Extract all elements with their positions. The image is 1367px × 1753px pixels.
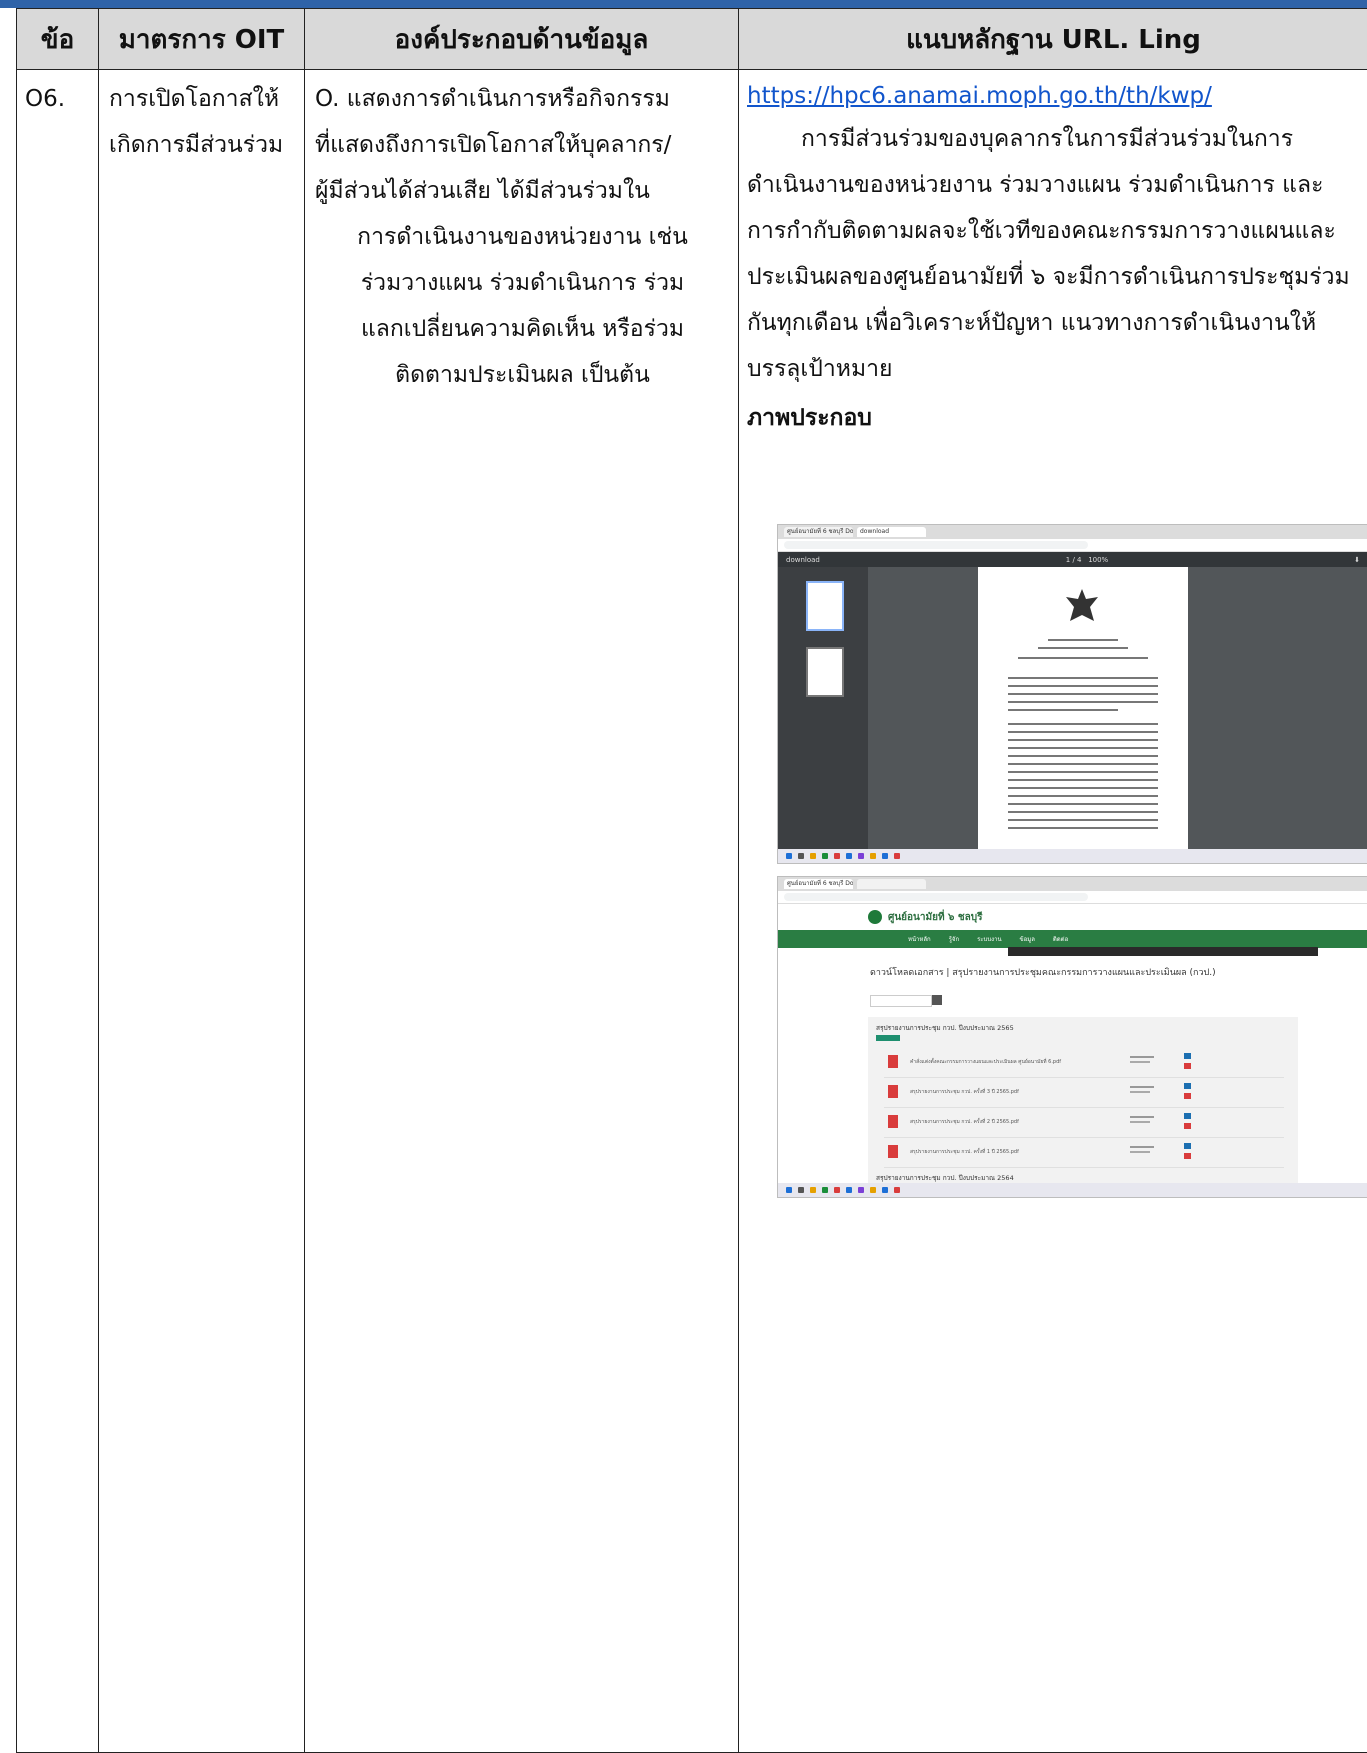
pdf-page (978, 567, 1188, 849)
pdf-page-counter: 1 / 4 (1065, 556, 1082, 564)
list-item: สรุปรายงานการประชุม กวป. ครั้งที่ 3 ปี 2… (884, 1079, 1284, 1108)
section-title: สรุปรายงานการประชุม กวป. ปีงบประมาณ 2565 (876, 1024, 1014, 1032)
windows-taskbar (778, 1183, 1367, 1197)
nav-item: ระบบงาน (977, 936, 1002, 943)
view-icon (1184, 1053, 1191, 1059)
download-panel: สรุปรายงานการประชุม กวป. ปีงบประมาณ 2565… (868, 1017, 1298, 1187)
component-line-5: ร่วมวางแผน ร่วมดำเนินการ ร่วม (360, 270, 685, 296)
site-header: ศูนย์อนามัยที่ ๖ ชลบุรี (778, 904, 1367, 930)
search-input (870, 995, 932, 1007)
evidence-link[interactable]: https://hpc6.anamai.moph.go.th/th/kwp/ (739, 70, 1367, 116)
address-bar (778, 891, 1367, 904)
site-name: ศูนย์อนามัยที่ ๖ ชลบุรี (888, 911, 983, 923)
download-icon (1184, 1153, 1191, 1159)
download-icon: ⬇ (1354, 556, 1360, 564)
component-line-3: ผู้มีส่วนได้ส่วนเสีย ได้มีส่วนร่วมใน (315, 178, 650, 204)
top-accent-bar (0, 0, 1367, 8)
site-nav: หน้าหลัก รู้จัก ระบบงาน ข้อมูล ติดต่อ (778, 930, 1367, 948)
view-icon (1184, 1143, 1191, 1149)
file-name: สรุปรายงานการประชุม กวป. ครั้งที่ 1 ปี 2… (910, 1149, 1019, 1155)
garuda-emblem-icon (1066, 589, 1098, 621)
measure-line-2: เกิดการมีส่วนร่วม (109, 132, 284, 158)
component-line-1: O. แสดงการดำเนินการหรือกิจกรรม (315, 86, 670, 112)
file-name: สรุปรายงานการประชุม กวป. ครั้งที่ 3 ปี 2… (910, 1089, 1019, 1095)
browser-tab: ศูนย์อนามัยที่ 6 ชลบุรี Document (784, 879, 853, 889)
file-name: สรุปรายงานการประชุม กวป. ครั้งที่ 2 ปี 2… (910, 1119, 1019, 1125)
browser-tab (857, 879, 926, 889)
component-line-7: ติดตามประเมินผล เป็นต้น (395, 362, 650, 388)
pdf-icon (888, 1115, 898, 1128)
screenshot-pdf-viewer: ศูนย์อนามัยที่ 6 ชลบุรี Document downloa… (777, 524, 1367, 864)
site-logo-icon (868, 910, 882, 924)
view-icon (1184, 1083, 1191, 1089)
pdf-icon (888, 1145, 898, 1158)
address-bar (778, 539, 1367, 552)
row-number: O6. (25, 86, 66, 112)
pdf-toolbar: download 1 / 4 100% ⬇ (778, 552, 1367, 568)
table-header-row: ข้อ มาตรการ OIT องค์ประกอบด้านข้อมูล แนบ… (16, 8, 1367, 70)
header-measure: มาตรการ OIT (98, 8, 305, 70)
download-icon (1184, 1063, 1191, 1069)
nav-item: ติดต่อ (1052, 936, 1069, 943)
component-line-6: แลกเปลี่ยนความคิดเห็น หรือร่วม (360, 316, 685, 342)
section-title: สรุปรายงานการประชุม กวป. ปีงบประมาณ 2564 (876, 1174, 1014, 1182)
browser-tab: download (857, 527, 926, 537)
view-icon (1184, 1113, 1191, 1119)
measure-line-1: การเปิดโอกาสให้ (109, 86, 280, 112)
windows-taskbar (778, 849, 1367, 863)
browser-tab-bar: ศูนย์อนามัยที่ 6 ชลบุรี Document (778, 877, 1367, 891)
pdf-thumbnail (806, 581, 844, 631)
status-badge (876, 1035, 900, 1041)
browser-tab: ศูนย์อนามัยที่ 6 ชลบุรี Document (784, 527, 853, 537)
nav-item: หน้าหลัก (908, 936, 931, 943)
search-icon (932, 995, 942, 1005)
component-line-2: ที่แสดงถึงการเปิดโอกาสให้บุคลากร/ (315, 132, 672, 158)
pdf-toolbar-label: download (786, 556, 820, 564)
cell-component: O. แสดงการดำเนินการหรือกิจกรรม ที่แสดงถึ… (304, 69, 739, 1753)
pdf-zoom: 100% (1088, 556, 1109, 564)
pdf-thumbnail (806, 647, 844, 697)
figure-title: ภาพประกอบ (747, 405, 872, 431)
pdf-icon (888, 1085, 898, 1098)
cell-number: O6. (16, 69, 99, 1753)
evidence-description: การมีส่วนร่วมของบุคลากรในการมีส่วนร่วมใน… (747, 126, 1350, 382)
nav-item: รู้จัก (948, 936, 960, 943)
header-component: องค์ประกอบด้านข้อมูล (304, 8, 739, 70)
browser-tab-bar: ศูนย์อนามัยที่ 6 ชลบุรี Document downloa… (778, 525, 1367, 539)
screenshot-website: ศูนย์อนามัยที่ 6 ชลบุรี Document ศูนย์อน… (777, 876, 1367, 1198)
pdf-body (778, 567, 1367, 849)
file-name: คำสั่งแต่งตั้งคณะกรรมการวางแผนและประเมิน… (910, 1059, 1062, 1065)
download-icon (1184, 1093, 1191, 1099)
nav-item: ข้อมูล (1019, 936, 1035, 943)
list-item: คำสั่งแต่งตั้งคณะกรรมการวางแผนและประเมิน… (884, 1049, 1284, 1078)
header-number: ข้อ (16, 8, 99, 70)
list-item: สรุปรายงานการประชุม กวป. ครั้งที่ 1 ปี 2… (884, 1139, 1284, 1168)
header-evidence: แนบหลักฐาน URL. Ling (738, 8, 1367, 70)
download-title: ดาวน์โหลดเอกสาร | สรุปรายงานการประชุมคณะ… (870, 968, 1216, 978)
pdf-thumbnails (778, 567, 868, 849)
component-line-4: การดำเนินงานของหน่วยงาน เช่น (357, 224, 688, 250)
list-item: สรุปรายงานการประชุม กวป. ครั้งที่ 2 ปี 2… (884, 1109, 1284, 1138)
cell-measure: การเปิดโอกาสให้ เกิดการมีส่วนร่วม (98, 69, 305, 1753)
address-field (784, 893, 1088, 901)
pdf-icon (888, 1055, 898, 1068)
address-field (784, 541, 1088, 549)
download-icon (1184, 1123, 1191, 1129)
breadcrumb (1008, 947, 1318, 956)
